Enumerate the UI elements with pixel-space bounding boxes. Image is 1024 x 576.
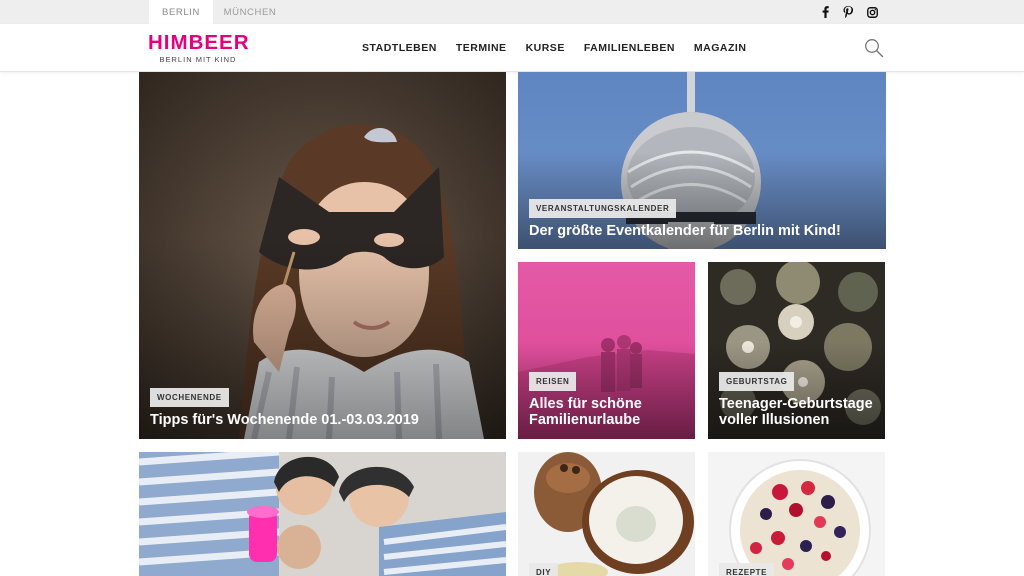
facebook-icon[interactable] — [818, 5, 832, 19]
teaser-wochenende[interactable]: WOCHENENDE Tipps für's Wochenende 01.-03… — [139, 72, 506, 439]
teaser-title[interactable]: Tipps für's Wochenende 01.-03.03.2019 — [150, 412, 496, 428]
logo-tagline: BERLIN MIT KIND — [159, 55, 237, 64]
teaser-diy[interactable]: DIY — [518, 452, 695, 576]
kids-helmets-photo — [139, 452, 506, 576]
category-badge[interactable]: VERANSTALTUNGSKALENDER — [529, 199, 677, 218]
city-switch-bar: BERLIN MÜNCHEN — [0, 0, 1024, 24]
porridge-berries-photo — [729, 459, 871, 576]
nav-item-magazin[interactable]: MAGAZIN — [694, 42, 747, 54]
tile-shade — [139, 237, 506, 439]
category-badge[interactable]: REISEN — [529, 372, 577, 391]
search-icon[interactable] — [864, 38, 884, 58]
himbeer-logo[interactable]: HIMBEER BERLIN MIT KIND — [148, 32, 253, 64]
teaser-title[interactable]: Alles für schöne Familienurlaube — [529, 396, 685, 428]
site-header: HIMBEER BERLIN MIT KIND STADTLEBEN TERMI… — [0, 24, 1024, 72]
teaser-geburtstag[interactable]: GEBURTSTAG Teenager-Geburtstage voller I… — [708, 262, 885, 439]
city-tab-muenchen[interactable]: MÜNCHEN — [218, 0, 282, 24]
instagram-icon[interactable] — [865, 5, 879, 19]
main-nav: STADTLEBEN TERMINE KURSE FAMILIENLEBEN M… — [362, 24, 765, 72]
category-badge[interactable]: WOCHENENDE — [150, 388, 229, 407]
nav-item-kurse[interactable]: KURSE — [526, 42, 565, 54]
category-badge[interactable]: GEBURTSTAG — [719, 372, 795, 391]
teaser-kids-helmets[interactable] — [139, 452, 506, 576]
teaser-title[interactable]: Teenager-Geburtstage voller Illusionen — [719, 396, 875, 428]
teaser-title[interactable]: Der größte Eventkalender für Berlin mit … — [529, 223, 876, 239]
teaser-rezepte[interactable]: REZEPTE — [708, 452, 885, 576]
city-tab-berlin[interactable]: BERLIN — [149, 0, 213, 24]
logo-wordmark[interactable]: HIMBEER — [148, 32, 253, 53]
nav-item-termine[interactable]: TERMINE — [456, 42, 507, 54]
teaser-veranstaltungskalender[interactable]: VERANSTALTUNGSKALENDER Der größte Eventk… — [518, 72, 886, 249]
pinterest-icon[interactable] — [841, 5, 855, 19]
nav-item-familienleben[interactable]: FAMILIENLEBEN — [584, 42, 675, 54]
nav-item-stadtleben[interactable]: STADTLEBEN — [362, 42, 437, 54]
category-badge[interactable]: DIY — [529, 563, 559, 576]
category-badge[interactable]: REZEPTE — [719, 563, 775, 576]
teaser-reisen[interactable]: REISEN Alles für schöne Familienurlaube — [518, 262, 695, 439]
coconut-photo — [534, 452, 694, 576]
